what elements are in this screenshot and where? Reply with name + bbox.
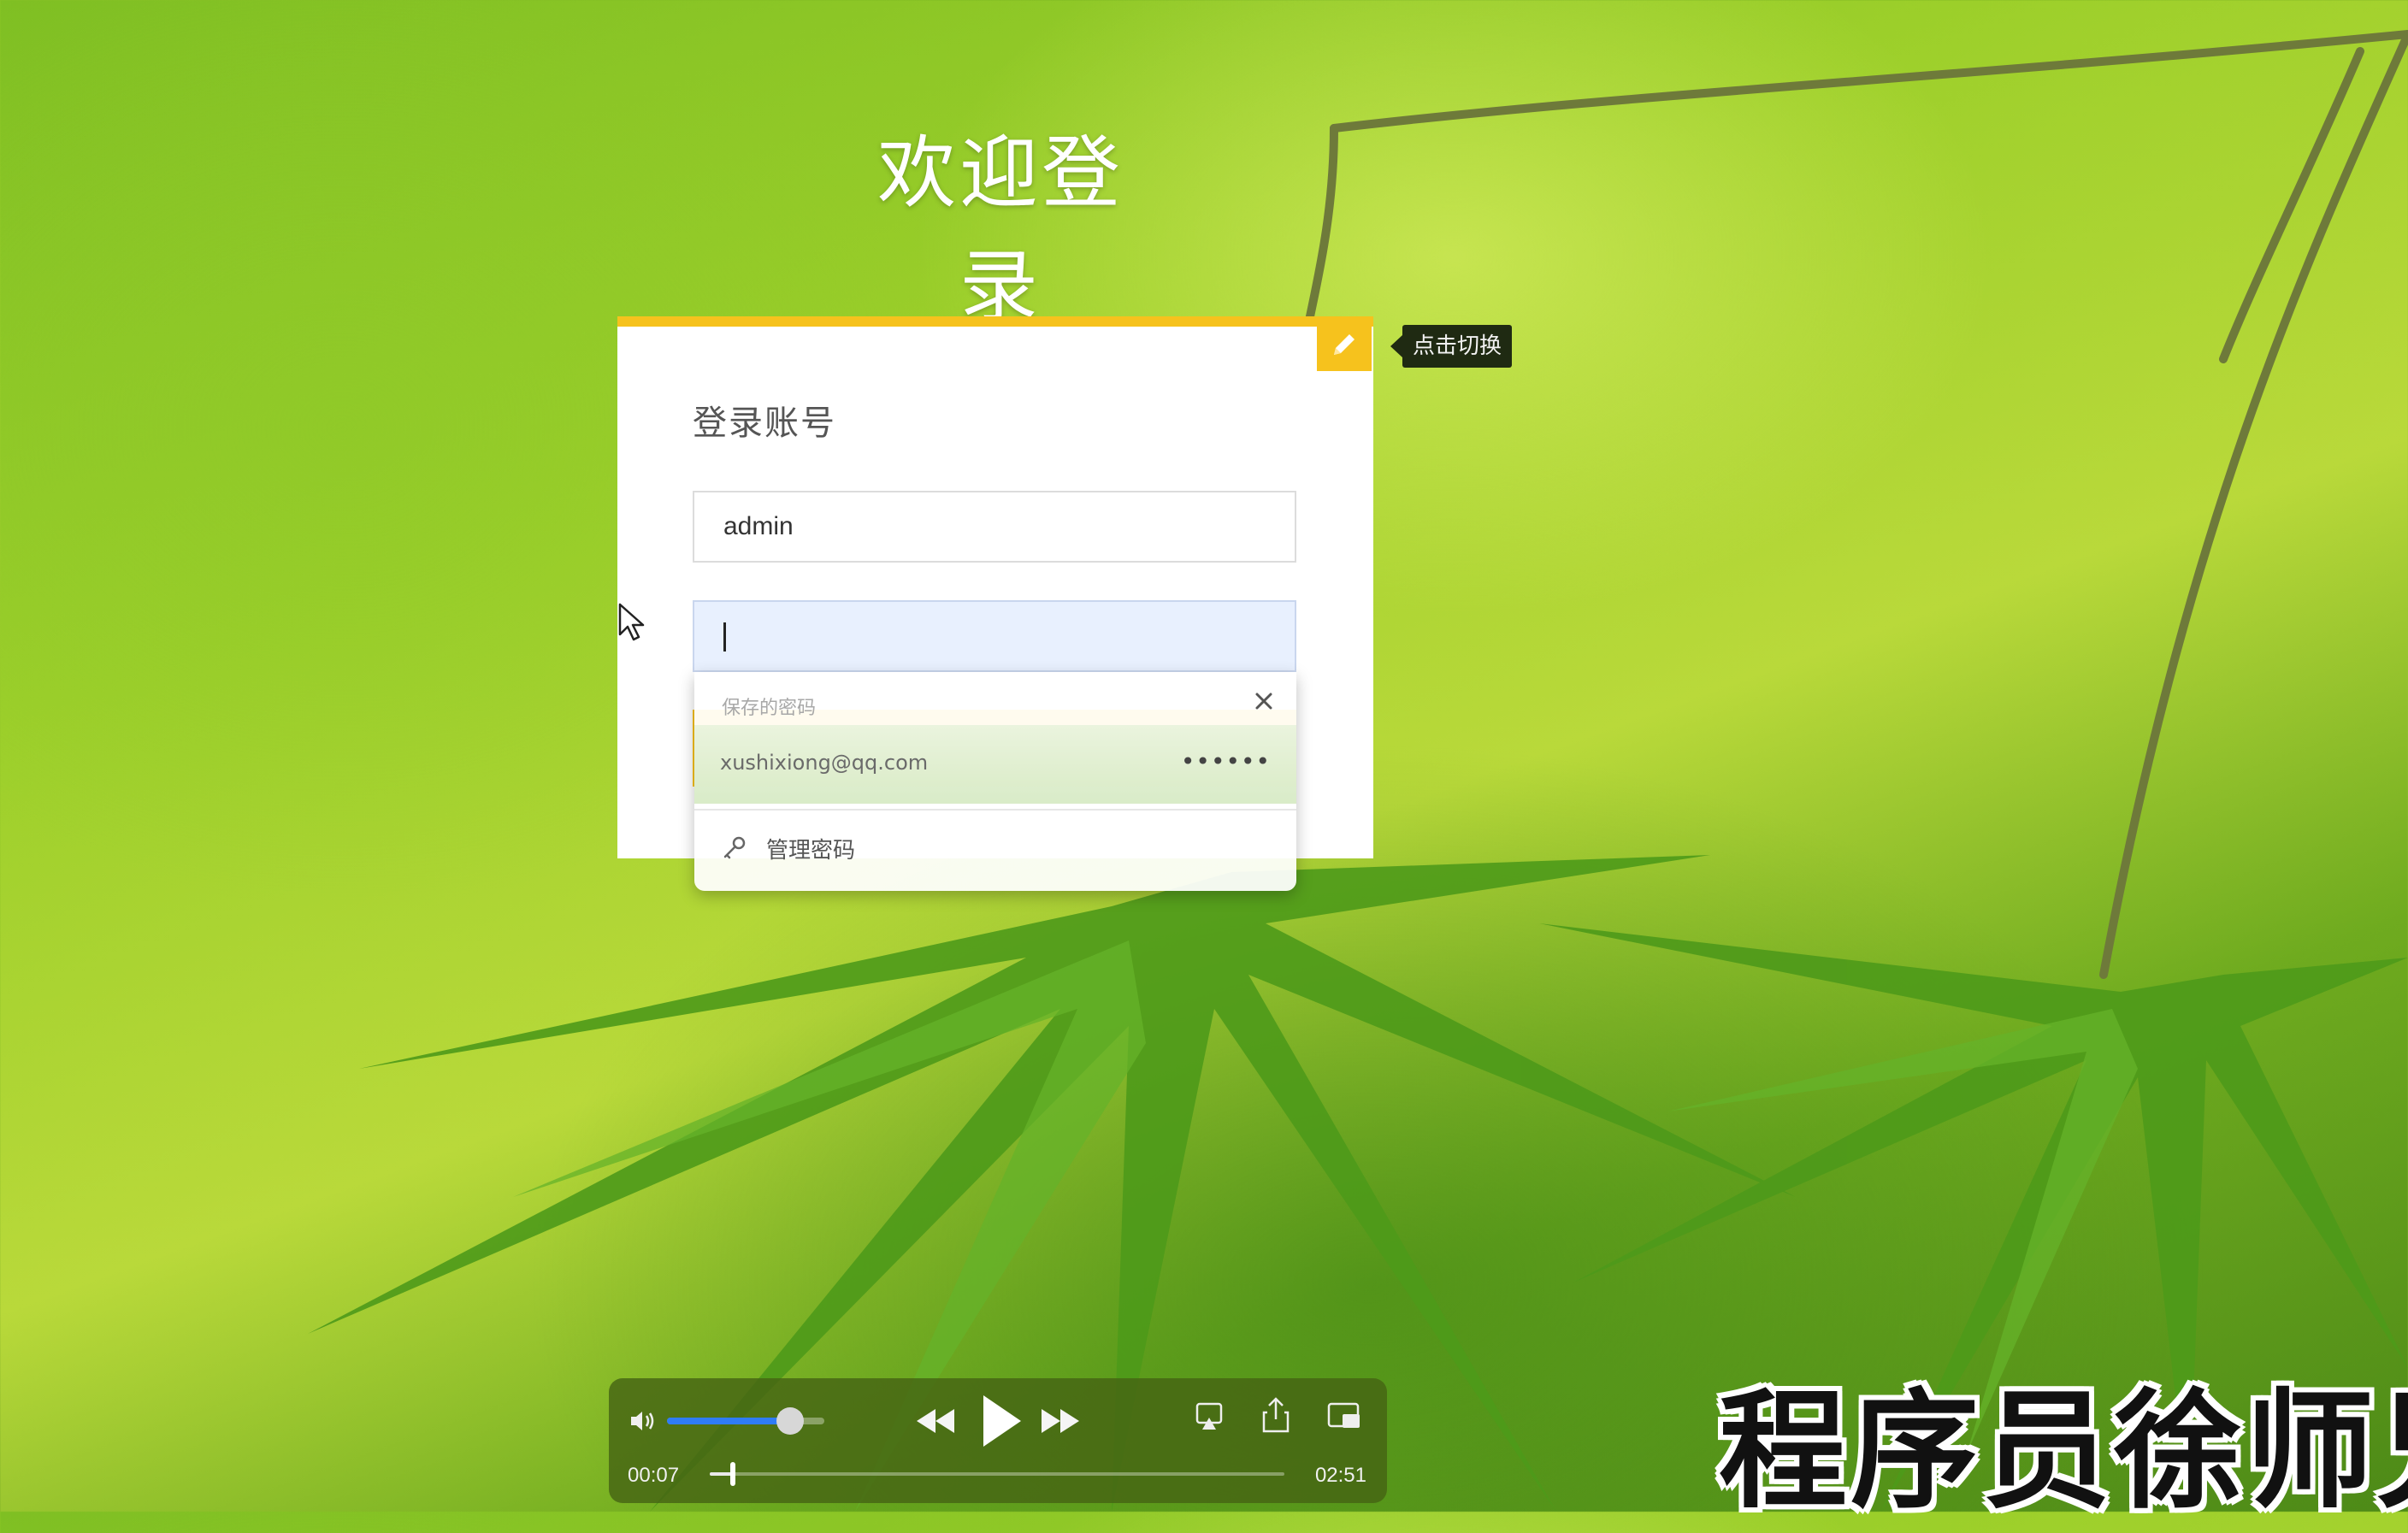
manage-passwords-label: 管理密码: [766, 837, 856, 864]
progress-bar[interactable]: [710, 1462, 1284, 1486]
saved-password-mask: ••••••: [1180, 747, 1271, 775]
fast-forward-icon[interactable]: [1038, 1402, 1083, 1440]
key-icon: [723, 836, 746, 859]
saved-email: xushixiong@qq.com: [720, 751, 929, 775]
switch-mode-button[interactable]: [1317, 318, 1372, 371]
total-time: 02:51: [1314, 1464, 1366, 1487]
saved-passwords-header: 保存的密码: [722, 698, 817, 719]
share-icon[interactable]: [1259, 1395, 1293, 1436]
saved-password-dropdown: 保存的密码 xushixiong@qq.com •••••• 管理密码: [694, 672, 1296, 891]
rewind-icon[interactable]: [913, 1402, 958, 1440]
progress-knob[interactable]: [729, 1462, 735, 1486]
dropdown-divider: [694, 809, 1296, 811]
picture-in-picture-icon[interactable]: [1325, 1399, 1363, 1433]
pencil-icon: [1334, 334, 1354, 355]
login-heading: 登录账号: [693, 404, 836, 443]
switch-tooltip: 点击切换: [1390, 325, 1513, 368]
airplay-icon[interactable]: [1192, 1399, 1226, 1436]
username-value: admin: [723, 512, 794, 540]
video-player-controls: 00:07 02:51: [609, 1378, 1387, 1503]
volume-icon[interactable]: [626, 1404, 660, 1438]
saved-credential-item[interactable]: xushixiong@qq.com ••••••: [694, 725, 1296, 804]
close-icon[interactable]: [1247, 684, 1281, 718]
progress-fill: [710, 1472, 733, 1476]
volume-slider[interactable]: [667, 1407, 824, 1435]
watermark-text: 程序员徐师兄: [1719, 1377, 2408, 1526]
manage-passwords-item[interactable]: 管理密码: [720, 831, 855, 865]
current-time: 00:07: [628, 1464, 680, 1487]
page-title: 欢迎登录: [876, 127, 1124, 333]
text-caret: [723, 622, 726, 652]
volume-knob[interactable]: [776, 1407, 804, 1435]
password-input[interactable]: [693, 600, 1296, 672]
play-icon[interactable]: [977, 1390, 1024, 1452]
mouse-cursor-icon: [618, 603, 645, 641]
volume-fill: [667, 1418, 790, 1424]
username-input[interactable]: admin: [693, 491, 1296, 563]
